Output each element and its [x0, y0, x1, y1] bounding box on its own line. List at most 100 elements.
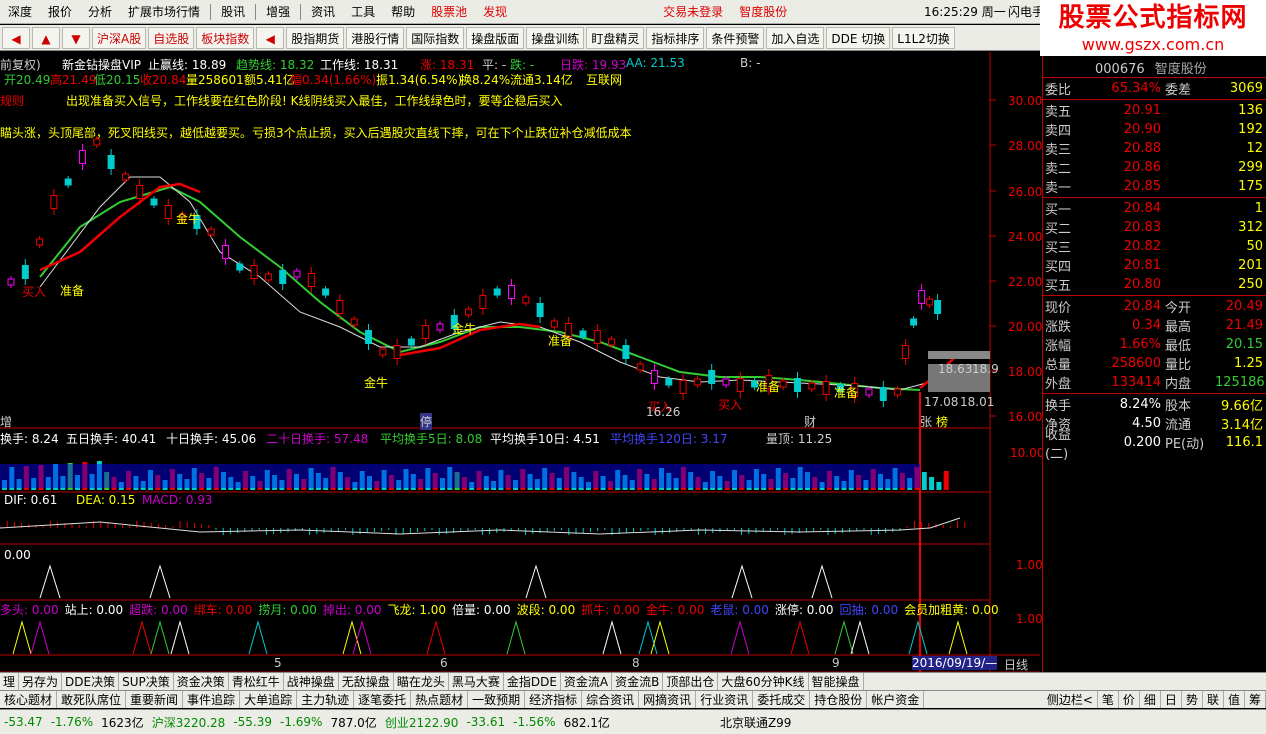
- formula-tab[interactable]: SUP决策: [119, 673, 174, 690]
- side-tab[interactable]: 联: [1203, 691, 1224, 708]
- tab-watchlist[interactable]: 自选股: [148, 26, 195, 49]
- info-row[interactable]: 换手 8.24% 股本 9.66亿: [1043, 395, 1266, 414]
- formula-tab[interactable]: 资金决策: [174, 673, 229, 690]
- formula-tab[interactable]: 资金流A: [561, 673, 613, 690]
- menu-stock-pool[interactable]: 股票池: [423, 0, 475, 24]
- menu-info[interactable]: 资讯: [303, 0, 343, 24]
- formula-tab[interactable]: 金指DDE: [504, 673, 561, 690]
- sell-row[interactable]: 卖四 20.90 192: [1043, 120, 1266, 139]
- hs-index[interactable]: 沪深3220.28: [152, 714, 226, 731]
- event-marker[interactable]: 张: [920, 413, 932, 430]
- tab-sh-sz-a[interactable]: 沪深A股: [92, 26, 147, 49]
- prev-icon[interactable]: ◀: [256, 26, 285, 49]
- tab-alert[interactable]: 条件预警: [706, 26, 765, 49]
- menu-depth[interactable]: 深度: [0, 0, 40, 24]
- event-marker[interactable]: 财: [804, 413, 816, 430]
- dde-toggle-button[interactable]: DDE 切换: [826, 26, 891, 49]
- side-tab[interactable]: 侧边栏<: [1043, 691, 1098, 708]
- tab-intl-index[interactable]: 国际指数: [406, 26, 465, 49]
- formula-tab[interactable]: 大盘60分钟K线: [718, 673, 809, 690]
- info-tab[interactable]: 帐户资金: [867, 691, 925, 708]
- sell-row[interactable]: 卖三 20.88 12: [1043, 139, 1266, 158]
- info-row[interactable]: 涨跌 0.34 最高 21.49: [1043, 316, 1266, 335]
- cy-index[interactable]: 创业2122.90: [385, 714, 459, 731]
- formula-tab[interactable]: 理: [0, 673, 20, 690]
- info-row[interactable]: 涨幅 1.66% 最低 20.15: [1043, 335, 1266, 354]
- menu-enhance[interactable]: 增强: [258, 0, 298, 24]
- avg-turnover-10d: 平均换手10日: 4.51: [490, 432, 600, 446]
- buy-row[interactable]: 买四 20.81 201: [1043, 256, 1266, 275]
- side-tab[interactable]: 值: [1224, 691, 1245, 708]
- tab-hk-stocks[interactable]: 港股行情: [346, 26, 405, 49]
- period-label[interactable]: 日线: [1004, 656, 1028, 673]
- info-tab[interactable]: 主力轨迹: [297, 691, 355, 708]
- menu-analysis[interactable]: 分析: [80, 0, 120, 24]
- formula-tab[interactable]: 顶部出仓: [663, 673, 719, 690]
- info-tab[interactable]: 核心题材: [0, 691, 58, 708]
- info-tab[interactable]: 重要新闻: [126, 691, 184, 708]
- formula-tab[interactable]: 青松红牛: [229, 673, 284, 690]
- trade-login-status[interactable]: 交易未登录: [655, 0, 731, 24]
- menu-ext-market[interactable]: 扩展市场行情: [120, 0, 208, 24]
- side-tab[interactable]: 价: [1119, 691, 1140, 708]
- chart-canvas[interactable]: [0, 52, 1040, 686]
- tab-trade-training[interactable]: 操盘训练: [526, 26, 585, 49]
- menu-news[interactable]: 股讯: [213, 0, 253, 24]
- formula-tab[interactable]: 另存为: [19, 673, 63, 690]
- menu-help[interactable]: 帮助: [383, 0, 423, 24]
- info-row[interactable]: 总量 258600 量比 1.25: [1043, 354, 1266, 373]
- info-tab[interactable]: 事件追踪: [183, 691, 241, 708]
- buy-row[interactable]: 买五 20.80 250: [1043, 275, 1266, 294]
- event-marker[interactable]: 榜: [936, 413, 948, 430]
- tab-monitor[interactable]: 盯盘精灵: [586, 26, 645, 49]
- add-watchlist-button[interactable]: 加入自选: [766, 26, 825, 49]
- info-tab[interactable]: 经济指标: [525, 691, 583, 708]
- kline-chart-area[interactable]: 前复权) 新金钻操盘VIP 止赢线: 18.89 趋势线: 18.32 工作线:…: [0, 52, 1044, 686]
- sell-row[interactable]: 卖二 20.86 299: [1043, 158, 1266, 177]
- down-arrow-icon[interactable]: ▼: [62, 26, 90, 49]
- formula-tab[interactable]: 黑马大赛: [449, 673, 504, 690]
- event-marker[interactable]: 增: [0, 413, 12, 430]
- info-row[interactable]: 外盘 133414 内盘 125186: [1043, 373, 1266, 392]
- info-tab[interactable]: 一致预期: [468, 691, 526, 708]
- side-tab[interactable]: 细: [1140, 691, 1161, 708]
- menu-discover[interactable]: 发现: [475, 0, 515, 24]
- menu-tools[interactable]: 工具: [343, 0, 383, 24]
- tab-index-futures[interactable]: 股指期货: [286, 26, 345, 49]
- info-tab[interactable]: 逐笔委托: [354, 691, 412, 708]
- buy-row[interactable]: 买二 20.83 312: [1043, 218, 1266, 237]
- info-tab[interactable]: 大单追踪: [240, 691, 298, 708]
- sell-row[interactable]: 卖一 20.85 175: [1043, 177, 1266, 196]
- candle-body: [36, 238, 44, 246]
- info-tab[interactable]: 敢死队席位: [57, 691, 127, 708]
- formula-tab[interactable]: DDE决策: [62, 673, 120, 690]
- info-row[interactable]: 收益(二) 0.200 PE(动) 116.1: [1043, 428, 1266, 462]
- formula-tab[interactable]: 资金流B: [612, 673, 664, 690]
- info-tab[interactable]: 委托成交: [753, 691, 811, 708]
- buy-row[interactable]: 买一 20.84 1: [1043, 199, 1266, 218]
- l1l2-toggle-button[interactable]: L1L2切换: [892, 26, 955, 49]
- tab-sector-index[interactable]: 板块指数: [196, 26, 255, 49]
- side-tab[interactable]: 筹: [1245, 691, 1266, 708]
- up-arrow-icon[interactable]: ▲: [32, 26, 60, 49]
- info-tab[interactable]: 行业资讯: [696, 691, 754, 708]
- menu-quote[interactable]: 报价: [40, 0, 80, 24]
- tab-indicator-sort[interactable]: 指标排序: [646, 26, 705, 49]
- info-row[interactable]: 现价 20.84 今开 20.49: [1043, 297, 1266, 316]
- info-tab[interactable]: 持仓股份: [810, 691, 868, 708]
- event-marker[interactable]: 停: [420, 413, 433, 430]
- side-tab[interactable]: 日: [1161, 691, 1182, 708]
- formula-tab[interactable]: 无敌操盘: [339, 673, 394, 690]
- formula-tab[interactable]: 瞄在龙头: [394, 673, 449, 690]
- info-tab[interactable]: 网摘资讯: [639, 691, 697, 708]
- side-tab[interactable]: 笔: [1098, 691, 1119, 708]
- back-arrow-icon[interactable]: ◀: [2, 26, 30, 49]
- buy-row[interactable]: 买三 20.82 50: [1043, 237, 1266, 256]
- side-tab[interactable]: 势: [1182, 691, 1203, 708]
- info-tab[interactable]: 热点题材: [411, 691, 469, 708]
- formula-tab[interactable]: 战神操盘: [284, 673, 339, 690]
- info-tab[interactable]: 综合资讯: [582, 691, 640, 708]
- formula-tab[interactable]: 智能操盘: [809, 673, 864, 690]
- sell-row[interactable]: 卖五 20.91 136: [1043, 101, 1266, 120]
- tab-trade-layout[interactable]: 操盘版面: [466, 26, 525, 49]
